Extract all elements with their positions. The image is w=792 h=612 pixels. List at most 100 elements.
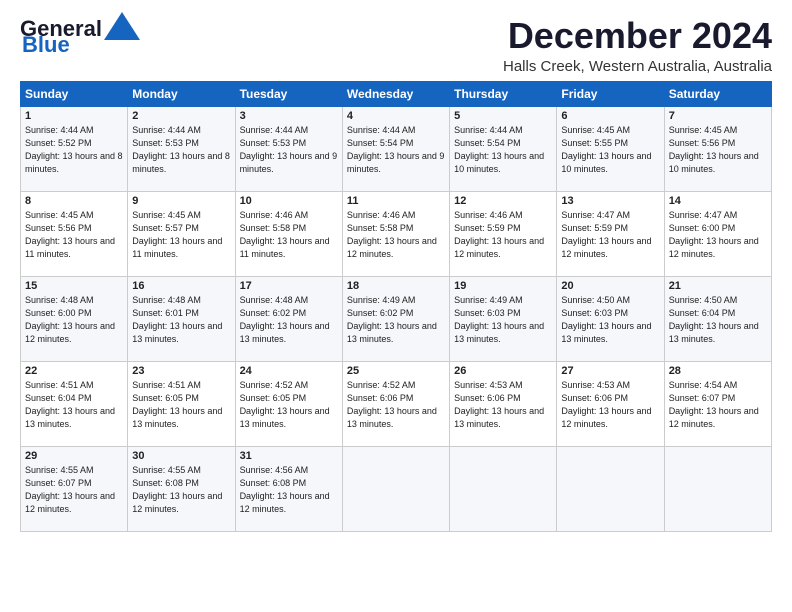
day-info: Sunrise: 4:53 AMSunset: 6:06 PMDaylight:… [561,379,659,431]
day-info: Sunrise: 4:44 AMSunset: 5:53 PMDaylight:… [240,124,338,176]
week-row-1: 1Sunrise: 4:44 AMSunset: 5:52 PMDaylight… [21,106,772,191]
day-info: Sunrise: 4:52 AMSunset: 6:05 PMDaylight:… [240,379,338,431]
day-number: 26 [454,365,552,377]
calendar-cell [450,446,557,531]
calendar-cell: 17 Sunrise: 4:48 AMSunset: 6:02 PMDayligh… [235,276,342,361]
day-info: Sunrise: 4:50 AMSunset: 6:03 PMDaylight:… [561,294,659,346]
day-number: 15 [25,280,123,292]
day-info: Sunrise: 4:44 AMSunset: 5:54 PMDaylight:… [347,124,445,176]
day-number: 17 [240,280,338,292]
day-number: 20 [561,280,659,292]
calendar-cell: 19 Sunrise: 4:49 AMSunset: 6:03 PMDayligh… [450,276,557,361]
calendar-cell: 7 Sunrise: 4:45 AMSunset: 5:56 PMDaylight… [664,106,771,191]
calendar-cell: 12Sunrise: 4:46 AMSunset: 5:59 PMDayligh… [450,191,557,276]
day-number: 13 [561,195,659,207]
calendar-cell: 25Sunrise: 4:52 AMSunset: 6:06 PMDayligh… [342,361,449,446]
day-number: 7 [669,110,767,122]
weekday-sunday: Sunday [21,81,128,106]
calendar-cell: 26 Sunrise: 4:53 AMSunset: 6:06 PMDayligh… [450,361,557,446]
day-number: 9 [132,195,230,207]
day-info: Sunrise: 4:46 AMSunset: 5:58 PMDaylight:… [347,209,445,261]
day-number: 14 [669,195,767,207]
day-info: Sunrise: 4:44 AMSunset: 5:53 PMDaylight:… [132,124,230,176]
calendar-cell: 8 Sunrise: 4:45 AMSunset: 5:56 PMDaylight… [21,191,128,276]
calendar-cell: 23 Sunrise: 4:51 AMSunset: 6:05 PMDayligh… [128,361,235,446]
calendar-cell [342,446,449,531]
calendar-cell: 22 Sunrise: 4:51 AMSunset: 6:04 PMDayligh… [21,361,128,446]
logo: General Blue [20,16,140,56]
day-info: Sunrise: 4:48 AMSunset: 6:02 PMDaylight:… [240,294,338,346]
day-number: 21 [669,280,767,292]
day-info: Sunrise: 4:45 AMSunset: 5:57 PMDaylight:… [132,209,230,261]
day-number: 16 [132,280,230,292]
day-info: Sunrise: 4:52 AMSunset: 6:06 PMDaylight:… [347,379,445,431]
calendar-cell: 24 Sunrise: 4:52 AMSunset: 6:05 PMDayligh… [235,361,342,446]
calendar-cell: 2 Sunrise: 4:44 AMSunset: 5:53 PMDaylight… [128,106,235,191]
calendar-cell: 3 Sunrise: 4:44 AMSunset: 5:53 PMDaylight… [235,106,342,191]
calendar-cell: 10Sunrise: 4:46 AMSunset: 5:58 PMDayligh… [235,191,342,276]
calendar-cell: 30 Sunrise: 4:55 AMSunset: 6:08 PMDayligh… [128,446,235,531]
day-number: 23 [132,365,230,377]
day-info: Sunrise: 4:50 AMSunset: 6:04 PMDaylight:… [669,294,767,346]
calendar-cell [557,446,664,531]
day-info: Sunrise: 4:51 AMSunset: 6:04 PMDaylight:… [25,379,123,431]
calendar-cell: 31 Sunrise: 4:56 AMSunset: 6:08 PMDayligh… [235,446,342,531]
day-info: Sunrise: 4:55 AMSunset: 6:08 PMDaylight:… [132,464,230,516]
day-info: Sunrise: 4:47 AMSunset: 6:00 PMDaylight:… [669,209,767,261]
weekday-header-row: SundayMondayTuesdayWednesdayThursdayFrid… [21,81,772,106]
day-number: 1 [25,110,123,122]
page: General Blue December 2024 Halls Creek, … [0,0,792,612]
week-row-4: 22 Sunrise: 4:51 AMSunset: 6:04 PMDayligh… [21,361,772,446]
weekday-tuesday: Tuesday [235,81,342,106]
day-info: Sunrise: 4:54 AMSunset: 6:07 PMDaylight:… [669,379,767,431]
day-number: 24 [240,365,338,377]
day-number: 6 [561,110,659,122]
calendar-cell: 28Sunrise: 4:54 AMSunset: 6:07 PMDayligh… [664,361,771,446]
day-info: Sunrise: 4:48 AMSunset: 6:01 PMDaylight:… [132,294,230,346]
day-number: 11 [347,195,445,207]
day-info: Sunrise: 4:45 AMSunset: 5:55 PMDaylight:… [561,124,659,176]
day-number: 31 [240,450,338,462]
day-info: Sunrise: 4:44 AMSunset: 5:54 PMDaylight:… [454,124,552,176]
day-number: 2 [132,110,230,122]
day-number: 18 [347,280,445,292]
day-info: Sunrise: 4:45 AMSunset: 5:56 PMDaylight:… [25,209,123,261]
week-row-3: 15Sunrise: 4:48 AMSunset: 6:00 PMDayligh… [21,276,772,361]
day-number: 22 [25,365,123,377]
day-number: 27 [561,365,659,377]
day-number: 5 [454,110,552,122]
day-number: 8 [25,195,123,207]
calendar-cell: 27 Sunrise: 4:53 AMSunset: 6:06 PMDayligh… [557,361,664,446]
day-info: Sunrise: 4:56 AMSunset: 6:08 PMDaylight:… [240,464,338,516]
calendar-cell: 5 Sunrise: 4:44 AMSunset: 5:54 PMDaylight… [450,106,557,191]
day-number: 3 [240,110,338,122]
day-info: Sunrise: 4:45 AMSunset: 5:56 PMDaylight:… [669,124,767,176]
calendar-table: SundayMondayTuesdayWednesdayThursdayFrid… [20,81,772,532]
day-info: Sunrise: 4:47 AMSunset: 5:59 PMDaylight:… [561,209,659,261]
title-block: December 2024 Halls Creek, Western Austr… [503,16,772,75]
day-info: Sunrise: 4:49 AMSunset: 6:02 PMDaylight:… [347,294,445,346]
calendar-cell: 1Sunrise: 4:44 AMSunset: 5:52 PMDaylight… [21,106,128,191]
day-info: Sunrise: 4:53 AMSunset: 6:06 PMDaylight:… [454,379,552,431]
day-number: 30 [132,450,230,462]
week-row-5: 29 Sunrise: 4:55 AMSunset: 6:07 PMDayligh… [21,446,772,531]
calendar-cell [664,446,771,531]
day-info: Sunrise: 4:49 AMSunset: 6:03 PMDaylight:… [454,294,552,346]
header-row: General Blue December 2024 Halls Creek, … [20,16,772,75]
day-number: 29 [25,450,123,462]
day-info: Sunrise: 4:55 AMSunset: 6:07 PMDaylight:… [25,464,123,516]
logo-blue: Blue [22,34,70,56]
calendar-cell: 14 Sunrise: 4:47 AMSunset: 6:00 PMDayligh… [664,191,771,276]
logo-icon [104,12,140,42]
location-title: Halls Creek, Western Australia, Australi… [503,58,772,75]
calendar-cell: 4Sunrise: 4:44 AMSunset: 5:54 PMDaylight… [342,106,449,191]
weekday-friday: Friday [557,81,664,106]
calendar-cell: 18 Sunrise: 4:49 AMSunset: 6:02 PMDayligh… [342,276,449,361]
weekday-wednesday: Wednesday [342,81,449,106]
day-number: 12 [454,195,552,207]
weekday-saturday: Saturday [664,81,771,106]
calendar-cell: 16 Sunrise: 4:48 AMSunset: 6:01 PMDayligh… [128,276,235,361]
day-number: 19 [454,280,552,292]
day-info: Sunrise: 4:51 AMSunset: 6:05 PMDaylight:… [132,379,230,431]
calendar-cell: 29 Sunrise: 4:55 AMSunset: 6:07 PMDayligh… [21,446,128,531]
